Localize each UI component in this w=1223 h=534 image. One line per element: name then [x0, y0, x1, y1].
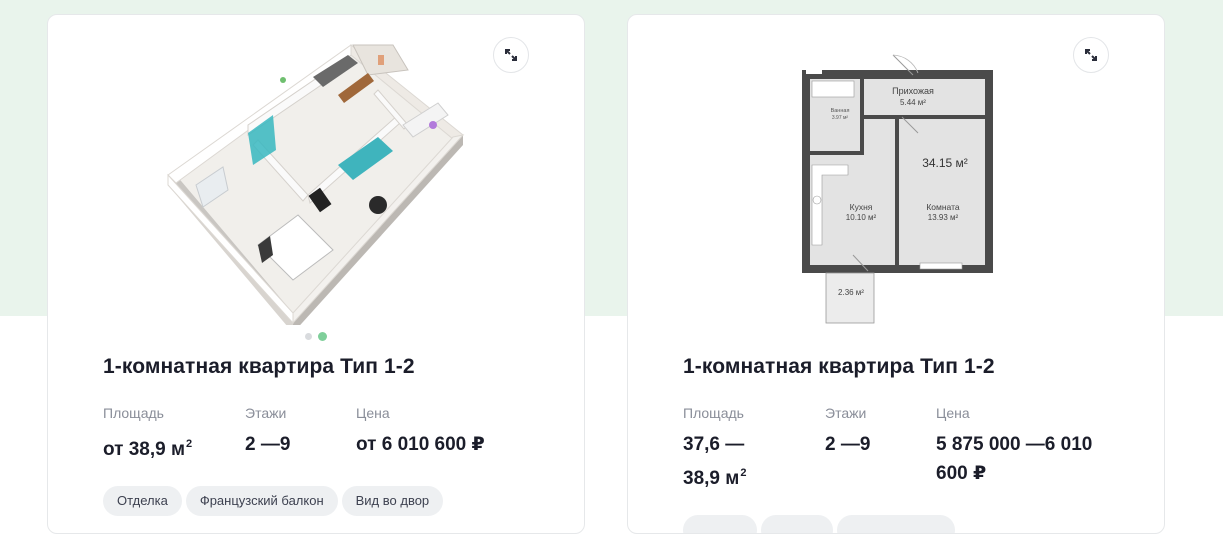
expand-icon	[505, 49, 517, 61]
apartment-card-1[interactable]: 1-комнатная квартира Тип 1-2 Площадь от …	[47, 14, 585, 534]
hall-label: Прихожая	[892, 86, 934, 96]
feature-tags	[683, 515, 955, 533]
expand-button[interactable]	[493, 37, 529, 73]
price-value: 5 875 000 —6 010 600 ₽	[936, 434, 1093, 484]
price-label: Цена	[356, 405, 390, 421]
apartment-card-2[interactable]: Прихожая 5.44 м² Ванная 3.97 м² 34.15 м²…	[627, 14, 1165, 534]
apartment-title[interactable]: 1-комнатная квартира Тип 1-2	[103, 355, 415, 379]
tag[interactable]	[683, 515, 757, 533]
area-label: Площадь	[683, 405, 744, 421]
tag-finishing[interactable]: Отделка	[103, 486, 182, 516]
floors-label: Этажи	[825, 405, 867, 421]
bath-label: Ванная	[831, 108, 850, 114]
floors-label: Этажи	[245, 405, 287, 421]
floors-stat: Этажи 2 —9	[245, 405, 290, 459]
area-stat: Площадь 37,6 — 38,9 м2	[683, 405, 746, 493]
balcony-area: 2.36 м²	[838, 288, 864, 297]
kitchen-area: 10.10 м²	[846, 213, 877, 222]
area-value: от 38,9 м2	[103, 438, 193, 460]
expand-icon	[1085, 49, 1097, 61]
price-label: Цена	[936, 405, 970, 421]
bath-area: 3.97 м²	[832, 115, 849, 121]
slider-dots	[48, 332, 584, 341]
price-stat: Цена от 6 010 600 ₽	[356, 405, 485, 459]
room-label: Комната	[926, 202, 960, 212]
floors-value: 2 —9	[825, 434, 871, 455]
area-value: 37,6 — 38,9 м2	[683, 434, 747, 489]
tag[interactable]	[837, 515, 955, 533]
slider-dot[interactable]	[305, 333, 312, 340]
hall-area: 5.44 м²	[900, 98, 926, 107]
tag-french-balcony[interactable]: Французский балкон	[185, 486, 338, 516]
area-stat: Площадь от 38,9 м2	[103, 405, 192, 464]
price-value: от 6 010 600 ₽	[356, 434, 485, 455]
area-label: Площадь	[103, 405, 164, 421]
floors-value: 2 —9	[245, 434, 291, 455]
price-stat: Цена 5 875 000 —6 010 600 ₽	[936, 405, 1092, 488]
floors-stat: Этажи 2 —9	[825, 405, 870, 459]
total-area: 34.15 м²	[922, 156, 968, 170]
room-area: 13.93 м²	[928, 213, 959, 222]
tag-courtyard-view[interactable]: Вид во двор	[341, 486, 444, 516]
expand-button[interactable]	[1073, 37, 1109, 73]
apartment-title[interactable]: 1-комнатная квартира Тип 1-2	[683, 355, 995, 379]
feature-tags: Отделка Французский балкон Вид во двор	[103, 486, 444, 516]
slider-dot-active[interactable]	[318, 332, 327, 341]
tag[interactable]	[761, 515, 833, 533]
kitchen-label: Кухня	[850, 202, 873, 212]
